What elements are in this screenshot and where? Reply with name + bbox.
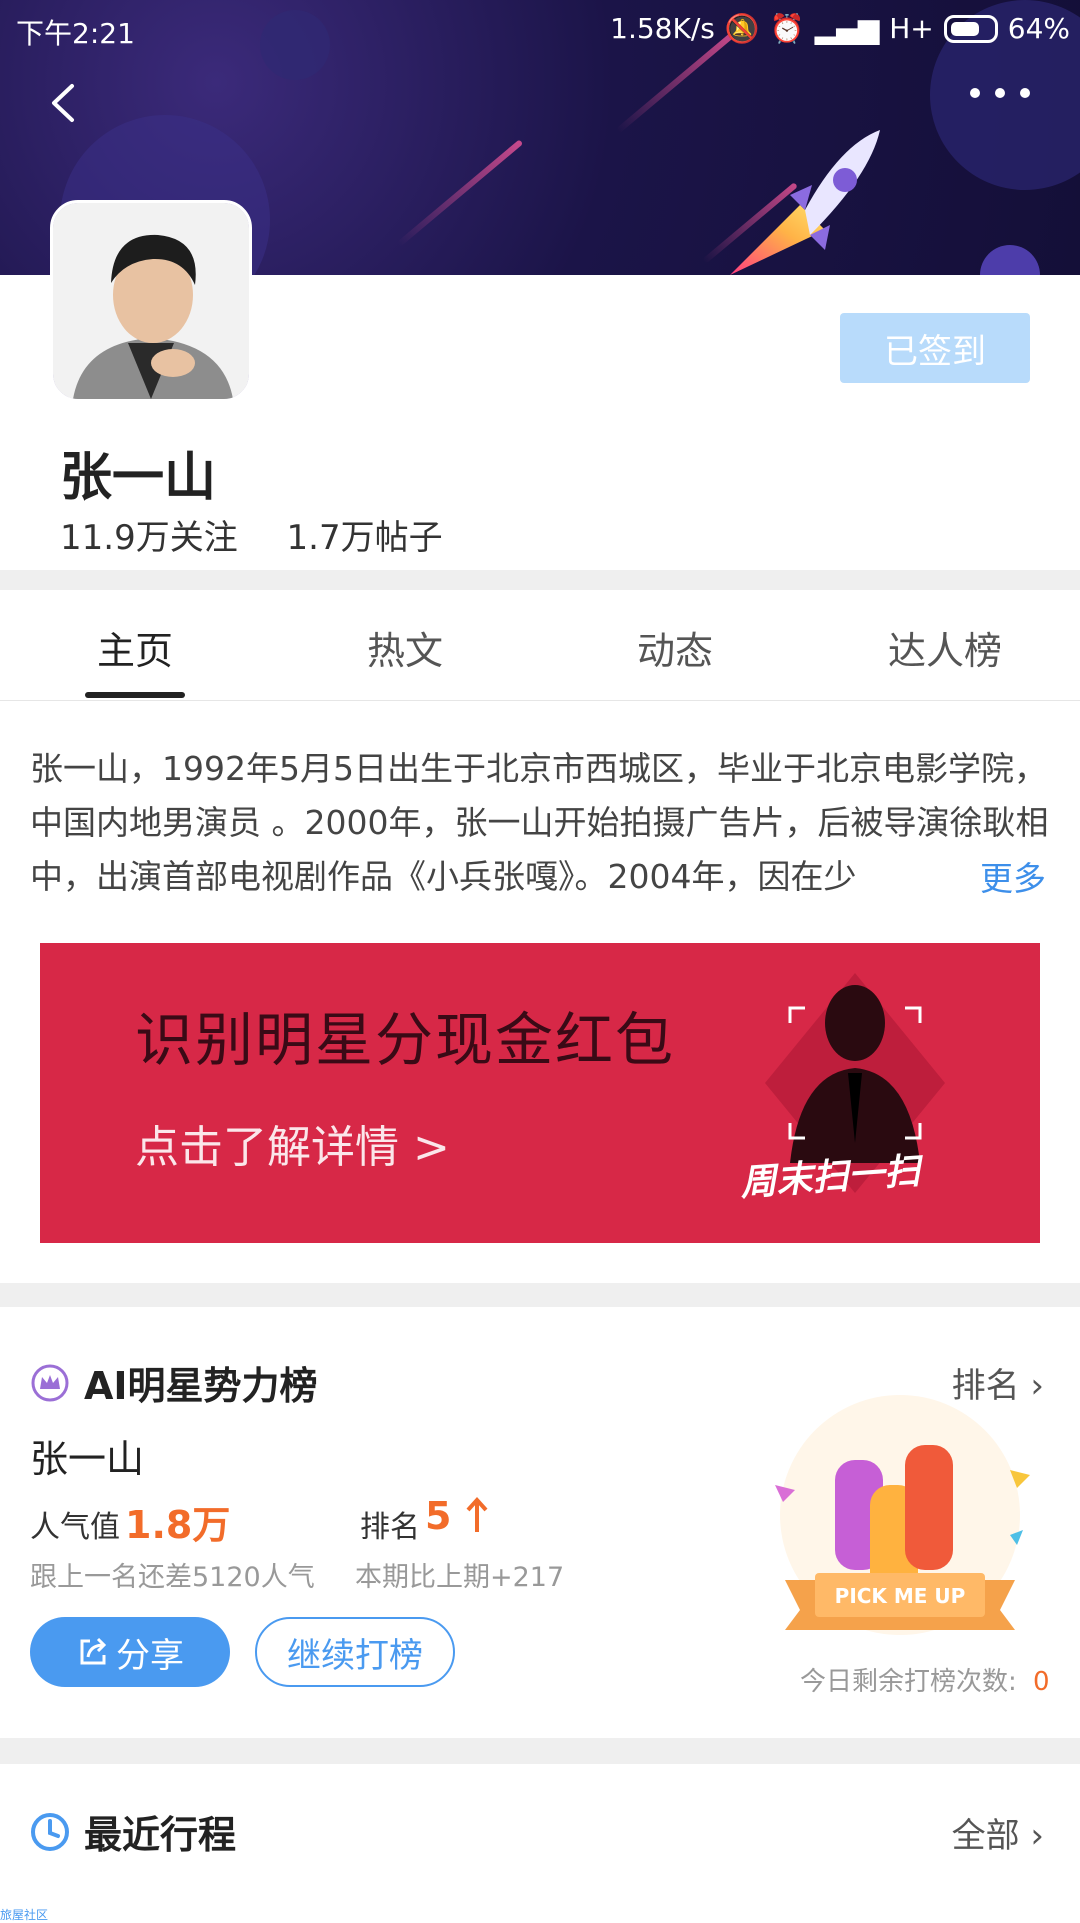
promo-subtitle: 点击了解详情 >	[135, 1122, 450, 1173]
pickme-text: PICK ME UP	[835, 1584, 966, 1608]
share-icon	[80, 1637, 107, 1665]
followers-count[interactable]: 11.9万关注	[60, 518, 238, 558]
signal-type: H+	[889, 12, 934, 45]
avatar-portrait-icon	[53, 203, 249, 399]
tab-activity[interactable]: 动态	[595, 620, 755, 675]
bio-content: 张一山，1992年5月5日出生于北京市西城区，毕业于北京电影学院，中国内地男演员…	[30, 749, 1049, 896]
remaining-votes: 今日剩余打榜次数: 0	[800, 1661, 1050, 1698]
more-dot	[1020, 88, 1030, 98]
mute-icon: 🔕	[724, 12, 760, 45]
status-time: 下午2:21	[16, 17, 135, 50]
star-name: 张一山	[30, 1437, 145, 1481]
section-divider	[0, 1283, 1080, 1307]
section-divider	[0, 570, 1080, 590]
share-label: 分享	[116, 1635, 184, 1676]
chevron-right-icon: ›	[1030, 1816, 1044, 1856]
profile-name: 张一山	[60, 448, 217, 508]
bio-text: 张一山，1992年5月5日出生于北京市西城区，毕业于北京电影学院，中国内地男演员…	[30, 742, 1050, 904]
clock-icon	[31, 1812, 69, 1851]
continue-vote-button[interactable]: 继续打榜	[255, 1617, 455, 1687]
share-button[interactable]: 分享	[30, 1617, 230, 1687]
more-dots-icon	[970, 88, 980, 98]
tab-home[interactable]: 主页	[55, 620, 215, 675]
back-button[interactable]	[40, 78, 90, 128]
gap-to-previous: 跟上一名还差5120人气	[30, 1562, 315, 1593]
signal-icon: ▂▄▆	[814, 12, 880, 45]
avatar[interactable]	[50, 200, 252, 402]
promo-title: 识别明星分现金红包	[135, 1006, 676, 1074]
popularity-label: 人气值	[30, 1510, 120, 1545]
battery-icon	[943, 14, 998, 43]
tab-hot-posts[interactable]: 热文	[325, 620, 485, 675]
crown-icon	[31, 1364, 69, 1401]
ai-rank-header: AI明星势力榜	[30, 1355, 318, 1410]
schedule-title: 最近行程	[84, 1813, 237, 1857]
section-divider	[0, 1738, 1080, 1764]
planet-decoration	[980, 245, 1040, 275]
tab-fan-ranking[interactable]: 达人榜	[865, 620, 1025, 675]
rank-value: 5	[425, 1494, 452, 1538]
period-change: 本期比上期+217	[355, 1562, 565, 1593]
streak-decoration	[396, 139, 524, 247]
status-bar: 下午2:21 1.58K/s 🔕 ⏰ ▂▄▆ H+ 64%	[0, 0, 1080, 58]
remaining-value: 0	[1033, 1667, 1050, 1697]
promo-banner[interactable]: 识别明星分现金红包 点击了解详情 > 周末扫一扫	[40, 943, 1040, 1243]
bio-more-link[interactable]: 更多	[970, 852, 1046, 900]
remaining-label: 今日剩余打榜次数:	[800, 1667, 1017, 1697]
battery-level: 64%	[1007, 12, 1070, 45]
more-button[interactable]	[970, 88, 1030, 102]
chevron-left-icon	[52, 84, 74, 122]
popularity-value: 1.8万	[125, 1503, 231, 1547]
watermark: 旅屋社区	[0, 1908, 49, 1922]
pick-me-up-illustration[interactable]: PICK ME UP	[755, 1390, 1045, 1650]
checkin-button[interactable]: 已签到	[840, 313, 1030, 383]
schedule-all-link[interactable]: 全部 ›	[952, 1808, 1044, 1857]
tab-bar: 主页 热文 动态 达人榜	[0, 590, 1080, 701]
network-speed: 1.58K/s	[610, 12, 715, 45]
ai-rank-title: AI明星势力榜	[84, 1364, 318, 1408]
posts-count[interactable]: 1.7万帖子	[287, 518, 443, 558]
rocket-icon	[730, 130, 880, 275]
more-dot	[995, 88, 1005, 98]
schedule-header: 最近行程	[30, 1804, 236, 1859]
rank-up-arrow-icon	[466, 1497, 488, 1532]
alarm-icon: ⏰	[769, 12, 805, 45]
tab-active-indicator	[85, 692, 185, 698]
all-link-label: 全部	[951, 1816, 1020, 1856]
rank-label: 排名	[360, 1510, 420, 1545]
profile-counts: 11.9万关注 1.7万帖子	[60, 510, 481, 559]
